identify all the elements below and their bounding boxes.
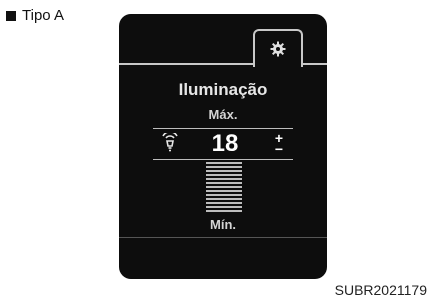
display-screen: Iluminação Máx. 18 + − Mín. [119,14,327,279]
illumination-control[interactable]: 18 + − [153,128,293,160]
bulb-icon [162,133,178,152]
level-rung [206,198,242,200]
adjust-buttons[interactable]: + − [272,131,286,156]
figure-caption: SUBR2021179 [334,282,427,298]
gear-icon [270,41,286,57]
level-ladder [206,162,242,214]
level-rung [206,166,242,168]
level-rung [206,210,242,212]
level-rung [206,202,242,204]
bottom-divider [119,237,327,238]
level-rung [206,190,242,192]
tab-divider [119,63,255,65]
variant-text: Tipo A [22,7,64,24]
screen-title: Iluminação [178,80,268,99]
illumination-value: 18 [211,130,239,157]
settings-tab[interactable] [253,29,303,67]
level-rung [206,162,242,164]
level-rung [206,182,242,184]
level-rung [206,178,242,180]
decrease-button[interactable]: − [272,142,286,156]
level-rung [206,206,242,208]
tab-divider [301,63,327,65]
variant-label: Tipo A [6,7,64,24]
min-label: Mín. [210,217,236,232]
level-rung [206,174,242,176]
level-rung [206,170,242,172]
level-rung [206,194,242,196]
level-rung [206,186,242,188]
bullet-square-icon [6,10,16,21]
max-label: Máx. [208,107,238,122]
